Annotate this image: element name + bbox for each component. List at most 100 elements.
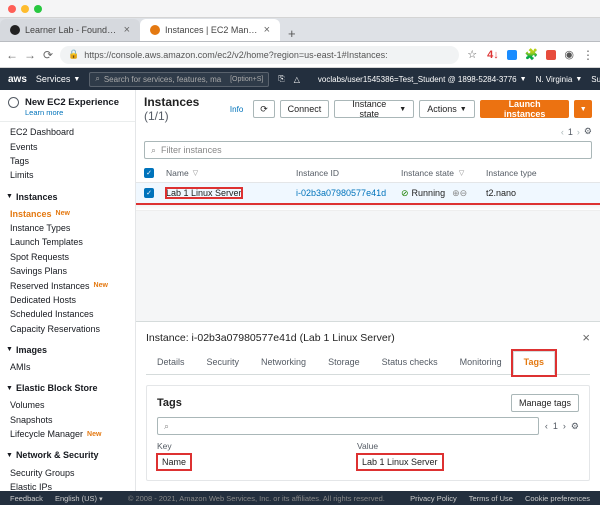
tags-search-input[interactable]: ⌕ (157, 417, 539, 435)
feedback-link[interactable]: Feedback (10, 494, 43, 503)
browser-tab-learner-lab[interactable]: Learner Lab - Foundational S × (0, 19, 140, 41)
sidebar-item-spot-requests[interactable]: Spot Requests (0, 250, 135, 264)
terms-link[interactable]: Terms of Use (469, 494, 513, 503)
browser-menu-icon[interactable]: ⋮ (582, 48, 594, 62)
pager-next-icon[interactable]: › (577, 127, 580, 137)
language-menu[interactable]: English (US) ▾ (55, 494, 103, 503)
puzzle-icon[interactable]: 🧩 (523, 48, 541, 61)
tab-storage[interactable]: Storage (317, 351, 371, 374)
reload-icon[interactable]: ⟳ (42, 48, 54, 62)
launch-instances-button[interactable]: Launch instances (480, 100, 570, 118)
column-header-instance-type[interactable]: Instance type (486, 168, 561, 178)
pager-prev-icon[interactable]: ‹ (545, 421, 548, 431)
launch-instances-dropdown[interactable]: ▼ (574, 100, 592, 118)
sidebar-item-savings-plans[interactable]: Savings Plans (0, 264, 135, 278)
sidebar-item-lifecycle-manager[interactable]: Lifecycle ManagerNew (0, 427, 135, 441)
sidebar-item-events[interactable]: Events (0, 139, 135, 153)
extension-badge[interactable]: 4↓ (485, 49, 501, 61)
close-tab-icon[interactable]: × (124, 25, 130, 36)
aws-search-input[interactable]: ⌕ Search for services, features, ma [Opt… (89, 72, 269, 87)
url-field[interactable]: 🔒 https://console.aws.amazon.com/ec2/v2/… (60, 46, 459, 64)
sidebar-group-network[interactable]: ▼Network & Security (0, 446, 135, 462)
state-menu-icon[interactable]: ⊕⊖ (452, 188, 467, 199)
sidebar-group-ebs[interactable]: ▼Elastic Block Store (0, 379, 135, 395)
sidebar-item-instances[interactable]: InstancesNew (0, 207, 135, 221)
tags-value-header: Value (357, 441, 579, 451)
avatar-icon[interactable]: ◉ (562, 48, 576, 61)
sidebar-item-snapshots[interactable]: Snapshots (0, 413, 135, 427)
tab-tags[interactable]: Tags (513, 351, 555, 375)
running-icon: ⊘ (401, 188, 409, 199)
browser-tab-ec2[interactable]: Instances | EC2 Management × (140, 19, 280, 41)
instance-detail-panel: Instance: i-02b3a07980577e41d (Lab 1 Lin… (136, 321, 600, 491)
sidebar-group-instances[interactable]: ▼Instances (0, 188, 135, 204)
sidebar-item-security-groups[interactable]: Security Groups (0, 465, 135, 479)
aws-logo[interactable]: aws (8, 74, 27, 85)
column-header-instance-state[interactable]: Instance state▽ (401, 168, 486, 178)
gear-icon[interactable]: ⚙ (571, 421, 579, 432)
sidebar-item-instance-types[interactable]: Instance Types (0, 221, 135, 235)
actions-menu-button[interactable]: Actions▼ (419, 100, 474, 118)
filter-instances-input[interactable]: ⌕ Filter instances (144, 141, 592, 159)
tags-table-header: Key Value (157, 441, 579, 451)
tab-security[interactable]: Security (196, 351, 251, 374)
column-header-name[interactable]: Name▽ (166, 168, 296, 178)
sidebar-item-amis[interactable]: AMIs (0, 360, 135, 374)
detail-title: Instance: i-02b3a07980577e41d (Lab 1 Lin… (146, 332, 395, 344)
tab-details[interactable]: Details (146, 351, 196, 374)
gear-icon[interactable]: ⚙ (584, 126, 592, 137)
row-checkbox[interactable]: ✓ (144, 188, 154, 198)
extension-icon[interactable] (546, 50, 556, 60)
forward-icon[interactable]: → (24, 48, 36, 62)
table-row[interactable]: ✓ Lab 1 Linux Server i-02b3a07980577e41d… (136, 183, 600, 205)
sidebar-item-scheduled-instances[interactable]: Scheduled Instances (0, 307, 135, 321)
info-link[interactable]: Info (230, 105, 243, 114)
pager-page: 1 (568, 127, 573, 137)
pager-prev-icon[interactable]: ‹ (561, 127, 564, 137)
connect-button[interactable]: Connect (280, 100, 330, 118)
account-menu[interactable]: voclabs/user1545386=Test_Student @ 1898-… (318, 75, 527, 84)
close-window-icon[interactable] (8, 5, 16, 13)
new-tab-button[interactable]: + (280, 26, 304, 41)
new-ec2-experience-toggle[interactable]: New EC2 Experience Learn more (0, 90, 135, 122)
main-area: New EC2 Experience Learn more EC2 Dashbo… (0, 90, 600, 491)
sort-icon: ▽ (193, 169, 198, 177)
instance-id-link[interactable]: i-02b3a07980577e41d (296, 188, 386, 198)
sidebar-item-tags[interactable]: Tags (0, 154, 135, 168)
region-menu[interactable]: N. Virginia▼ (536, 75, 583, 84)
tab-monitoring[interactable]: Monitoring (449, 351, 513, 374)
sidebar-item-reserved-instances[interactable]: Reserved InstancesNew (0, 278, 135, 292)
sidebar-item-capacity-reservations[interactable]: Capacity Reservations (0, 322, 135, 336)
notifications-icon[interactable]: △ (294, 75, 300, 84)
sidebar-item-limits[interactable]: Limits (0, 168, 135, 182)
manage-tags-button[interactable]: Manage tags (511, 394, 579, 412)
close-tab-icon[interactable]: × (264, 25, 270, 36)
sidebar-item-dashboard[interactable]: EC2 Dashboard (0, 125, 135, 139)
cookies-link[interactable]: Cookie preferences (525, 494, 590, 503)
refresh-button[interactable]: ⟳ (253, 100, 274, 118)
sidebar-item-elastic-ips[interactable]: Elastic IPs (0, 480, 135, 491)
select-all-checkbox[interactable]: ✓ (144, 168, 154, 178)
sidebar-item-dedicated-hosts[interactable]: Dedicated Hosts (0, 293, 135, 307)
support-menu[interactable]: Support▼ (591, 75, 600, 84)
tab-status-checks[interactable]: Status checks (371, 351, 449, 374)
extension-icon[interactable] (507, 50, 517, 60)
instance-state-menu-button[interactable]: Instance state▼ (334, 100, 414, 118)
sidebar-group-images[interactable]: ▼Images (0, 341, 135, 357)
minimize-window-icon[interactable] (21, 5, 29, 13)
cloudshell-icon[interactable]: ⎘ (278, 74, 284, 84)
pager-next-icon[interactable]: › (563, 421, 566, 431)
back-icon[interactable]: ← (6, 48, 18, 62)
services-menu[interactable]: Services▼ (36, 74, 80, 84)
sidebar-item-volumes[interactable]: Volumes (0, 398, 135, 412)
new-ec2-learn-link[interactable]: Learn more (25, 108, 119, 117)
close-detail-icon[interactable]: × (582, 330, 590, 345)
search-placeholder: Search for services, features, ma (104, 75, 221, 84)
star-icon[interactable]: ☆ (465, 48, 479, 61)
privacy-link[interactable]: Privacy Policy (410, 494, 457, 503)
maximize-window-icon[interactable] (34, 5, 42, 13)
column-header-instance-id[interactable]: Instance ID (296, 168, 401, 178)
tab-networking[interactable]: Networking (250, 351, 317, 374)
sidebar-item-launch-templates[interactable]: Launch Templates (0, 235, 135, 249)
filter-row: ⌕ Filter instances (136, 141, 600, 163)
